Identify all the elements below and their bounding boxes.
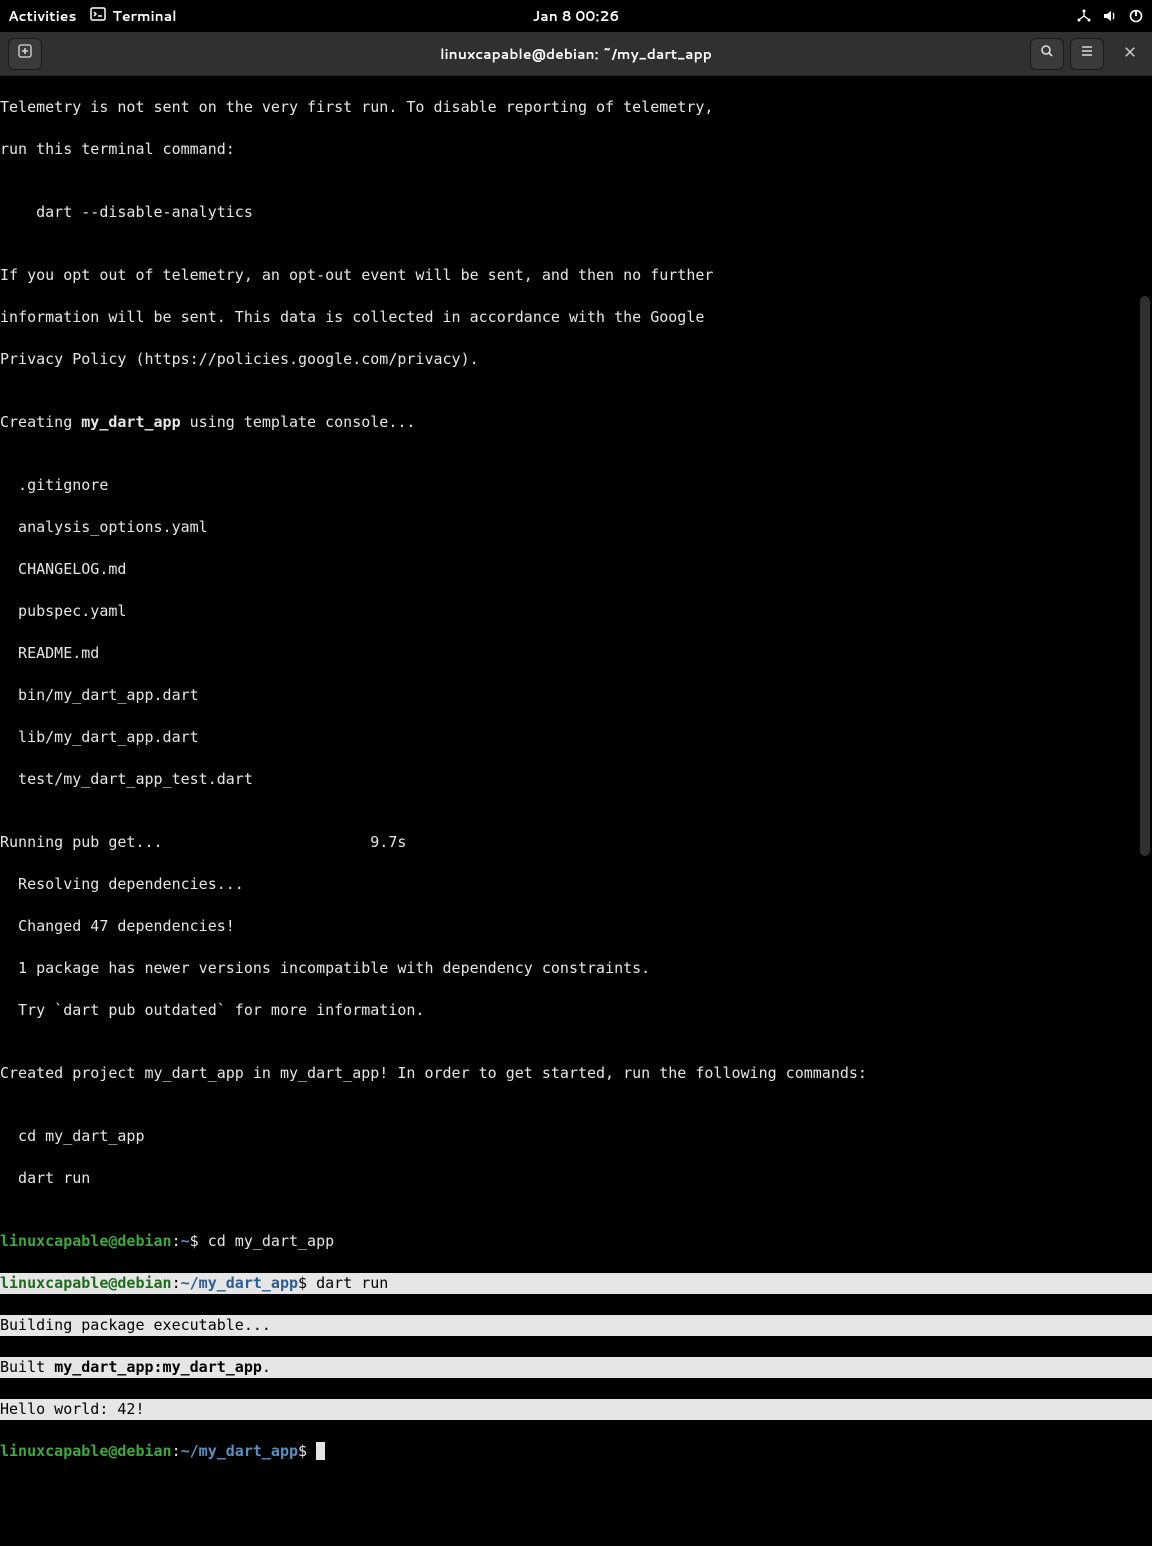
output-line: Creating my_dart_app using template cons… bbox=[0, 412, 1152, 433]
output-line: Changed 47 dependencies! bbox=[0, 916, 1152, 937]
output-line: .gitignore bbox=[0, 475, 1152, 496]
network-icon[interactable] bbox=[1076, 8, 1092, 24]
search-icon bbox=[1039, 43, 1055, 64]
terminal-icon bbox=[90, 6, 106, 27]
cursor bbox=[316, 1442, 325, 1460]
output-line: analysis_options.yaml bbox=[0, 517, 1152, 538]
menu-button[interactable] bbox=[1070, 38, 1104, 70]
output-line: README.md bbox=[0, 643, 1152, 664]
output-line: test/my_dart_app_test.dart bbox=[0, 769, 1152, 790]
output-line: Try `dart pub outdated` for more informa… bbox=[0, 1000, 1152, 1021]
window-title: linuxcapable@debian: ~/my_dart_app bbox=[440, 44, 712, 64]
output-line: cd my_dart_app bbox=[0, 1126, 1152, 1147]
scrollbar-thumb[interactable] bbox=[1140, 296, 1150, 856]
output-line-selected: Built my_dart_app:my_dart_app. bbox=[0, 1357, 1152, 1378]
output-line: If you opt out of telemetry, an opt-out … bbox=[0, 265, 1152, 286]
terminal-output[interactable]: Telemetry is not sent on the very first … bbox=[0, 76, 1152, 864]
output-line: Running pub get... 9.7s bbox=[0, 832, 1152, 853]
volume-icon[interactable] bbox=[1102, 8, 1118, 24]
new-tab-button[interactable] bbox=[8, 38, 42, 70]
output-line: Created project my_dart_app in my_dart_a… bbox=[0, 1063, 1152, 1084]
output-line: lib/my_dart_app.dart bbox=[0, 727, 1152, 748]
activities-button[interactable]: Activities bbox=[8, 6, 76, 26]
output-line: information will be sent. This data is c… bbox=[0, 307, 1152, 328]
close-icon bbox=[1123, 42, 1137, 65]
prompt-line-selected: linuxcapable@debian:~/my_dart_app$ dart … bbox=[0, 1273, 1152, 1294]
output-line: Resolving dependencies... bbox=[0, 874, 1152, 895]
output-line: Telemetry is not sent on the very first … bbox=[0, 97, 1152, 118]
gnome-topbar: Activities Terminal Jan 8 00:26 bbox=[0, 0, 1152, 32]
output-line: dart --disable-analytics bbox=[0, 202, 1152, 223]
app-menu[interactable]: Terminal bbox=[90, 6, 176, 27]
output-line: CHANGELOG.md bbox=[0, 559, 1152, 580]
terminal-scrollbar[interactable] bbox=[1138, 76, 1152, 864]
terminal-window: linuxcapable@debian: ~/my_dart_app Telem… bbox=[0, 32, 1152, 864]
clock[interactable]: Jan 8 00:26 bbox=[533, 6, 620, 26]
output-line: run this terminal command: bbox=[0, 139, 1152, 160]
plus-icon bbox=[17, 43, 33, 64]
output-line: 1 package has newer versions incompatibl… bbox=[0, 958, 1152, 979]
output-line: bin/my_dart_app.dart bbox=[0, 685, 1152, 706]
prompt-line: linuxcapable@debian:~$ cd my_dart_app bbox=[0, 1231, 1152, 1252]
output-line-selected: Building package executable... bbox=[0, 1315, 1152, 1336]
search-button[interactable] bbox=[1030, 38, 1064, 70]
output-line: Privacy Policy (https://policies.google.… bbox=[0, 349, 1152, 370]
output-line-selected: Hello world: 42! bbox=[0, 1399, 1152, 1420]
output-line: pubspec.yaml bbox=[0, 601, 1152, 622]
power-icon[interactable] bbox=[1128, 8, 1144, 24]
output-line: dart run bbox=[0, 1168, 1152, 1189]
close-button[interactable] bbox=[1116, 40, 1144, 68]
prompt-line-current[interactable]: linuxcapable@debian:~/my_dart_app$ bbox=[0, 1441, 1152, 1462]
window-titlebar: linuxcapable@debian: ~/my_dart_app bbox=[0, 32, 1152, 76]
hamburger-icon bbox=[1079, 43, 1095, 64]
app-menu-label: Terminal bbox=[112, 6, 176, 26]
